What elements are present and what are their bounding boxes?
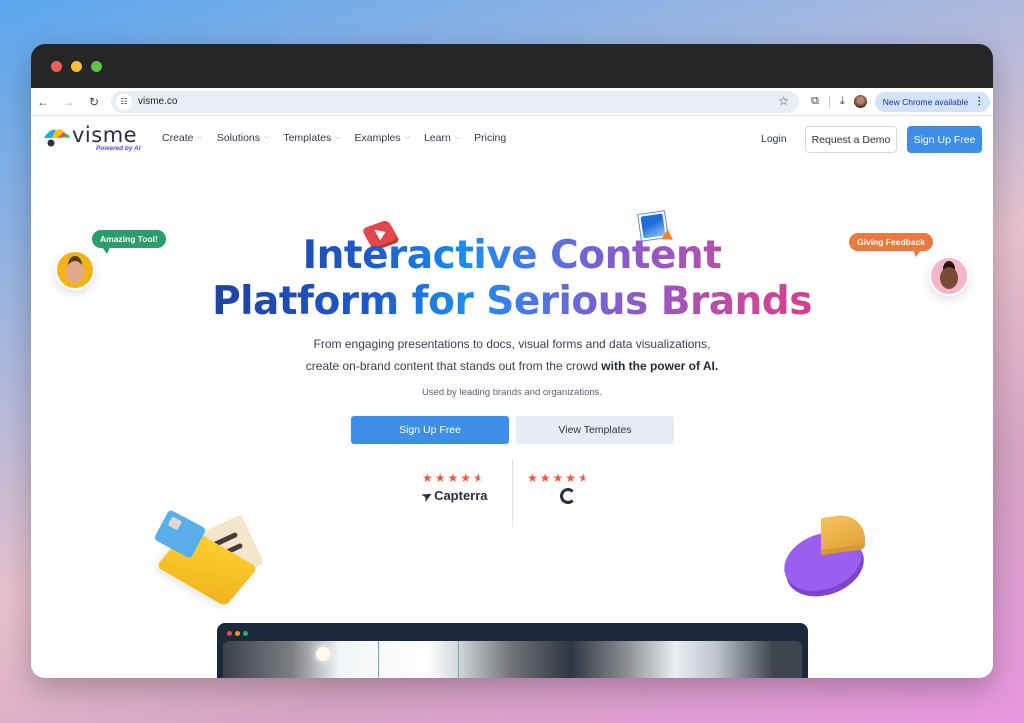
nav-item-templates[interactable]: Templates ⌵ [283, 132, 340, 144]
kebab-menu-icon[interactable]: ⋮ [974, 96, 984, 107]
nav-item-label: Pricing [474, 132, 507, 144]
nav-item-label: Create [162, 132, 194, 144]
hero-subtitle-line1: From engaging presentations to docs, vis… [313, 337, 711, 351]
site-info-icon[interactable]: ☷ [116, 93, 132, 110]
nav-item-solutions[interactable]: Solutions ⌵ [217, 132, 270, 144]
capterra-label: Capterra [434, 488, 488, 503]
minimize-window-button[interactable] [71, 61, 82, 72]
view-templates-button[interactable]: View Templates [516, 416, 674, 444]
nav-item-label: Learn [423, 132, 451, 144]
preview-dot-yellow [235, 631, 240, 636]
preview-video[interactable] [223, 641, 802, 678]
hero-title-line2: Platform for Serious Brands [31, 279, 993, 325]
product-preview-window [217, 623, 808, 678]
browser-toolbar: ← → ↻ ☷ visme.co ☆ ⧉ ⤓ New Chrome availa… [31, 88, 993, 116]
url-text[interactable]: visme.co [138, 96, 177, 107]
forward-arrow-icon[interactable]: → [58, 92, 78, 112]
nav-item-label: Solutions [216, 132, 261, 144]
nav-signup-button[interactable]: Sign Up Free [907, 126, 982, 153]
extensions-puzzle-icon[interactable]: ⧉ [811, 95, 819, 108]
bookmark-star-icon[interactable]: ☆ [778, 94, 789, 108]
request-demo-button[interactable]: Request a Demo [805, 126, 897, 153]
chrome-update-button[interactable]: New Chrome available ⋮ [874, 91, 991, 112]
login-link[interactable]: Login [761, 133, 787, 145]
web-page: visme Powered by AI Create ⌵ Solutions ⌵ T… [31, 117, 993, 678]
capterra-logo: ➤ Capterra [419, 486, 488, 505]
nav-item-label: Templates [283, 132, 332, 144]
subtitle-plain: create on-brand content that stands out … [305, 359, 602, 373]
address-bar[interactable]: ☷ visme.co ☆ [111, 90, 799, 113]
chevron-down-icon: ⌵ [264, 134, 270, 141]
visme-logo[interactable]: visme Powered by AI [42, 123, 142, 154]
back-arrow-icon[interactable]: ← [33, 92, 53, 112]
rating-stars: ★★★★★ [527, 471, 591, 485]
nav-menu: Create ⌵ Solutions ⌵ Templates ⌵ Examples ⌵ … [162, 132, 520, 144]
nav-item-learn[interactable]: Learn ⌵ [424, 132, 460, 144]
toolbar-separator [828, 95, 830, 108]
preview-dot-red [227, 631, 232, 636]
subtitle-bold: with the power of AI. [601, 359, 719, 373]
download-icon[interactable]: ⤓ [840, 95, 845, 108]
half-star-icon: ★ [578, 471, 591, 485]
visme-logo-icon [44, 129, 70, 147]
ratings-divider [512, 459, 513, 527]
preview-dot-green [243, 631, 248, 636]
nav-item-label: Examples [354, 132, 401, 144]
nav-item-examples[interactable]: Examples ⌵ [355, 132, 410, 144]
chevron-down-icon: ⌵ [197, 134, 203, 141]
hero-title: Interactive Content Platform for Serious… [31, 233, 993, 325]
close-window-button[interactable] [51, 61, 62, 72]
rating-stars: ★★★★★ [422, 471, 488, 485]
browser-window: ← → ↻ ☷ visme.co ☆ ⧉ ⤓ New Chrome availa… [31, 44, 993, 678]
profile-avatar[interactable] [853, 95, 867, 108]
nav-item-pricing[interactable]: Pricing [474, 132, 506, 144]
full-stars: ★★★★ [527, 471, 579, 485]
logo-wordmark: visme [72, 123, 138, 147]
full-stars: ★★★★ [422, 471, 474, 485]
hero-subtitle-line2: create on-brand content that stands out … [31, 355, 993, 377]
half-star-icon: ★ [473, 471, 486, 485]
used-by-text: Used by leading brands and organizations… [421, 387, 603, 398]
site-navigation: visme Powered by AI Create ⌵ Solutions ⌵ T… [31, 117, 993, 162]
capterra-rating[interactable]: ★★★★★ ➤ Capterra [419, 471, 488, 505]
chevron-down-icon: ⌵ [404, 134, 410, 141]
folder-3d-icon [153, 509, 267, 607]
hero-signup-button[interactable]: Sign Up Free [351, 416, 509, 444]
chrome-update-label: New Chrome available [882, 96, 969, 107]
maximize-window-button[interactable] [91, 61, 102, 72]
chevron-down-icon: ⌵ [335, 134, 341, 141]
g2-rating[interactable]: ★★★★★ [527, 471, 591, 504]
title-bar [31, 44, 993, 88]
reload-icon[interactable]: ↻ [84, 92, 104, 112]
pie-chart-3d-icon [776, 511, 873, 602]
hero-title-line1: Interactive Content [31, 233, 993, 279]
g2-logo-icon [560, 488, 576, 504]
nav-item-create[interactable]: Create ⌵ [162, 132, 203, 144]
logo-tagline: Powered by AI [96, 145, 141, 152]
chevron-down-icon: ⌵ [454, 134, 461, 141]
hero-subtitle: From engaging presentations to docs, vis… [31, 333, 993, 377]
capterra-arrow-icon: ➤ [419, 486, 435, 505]
